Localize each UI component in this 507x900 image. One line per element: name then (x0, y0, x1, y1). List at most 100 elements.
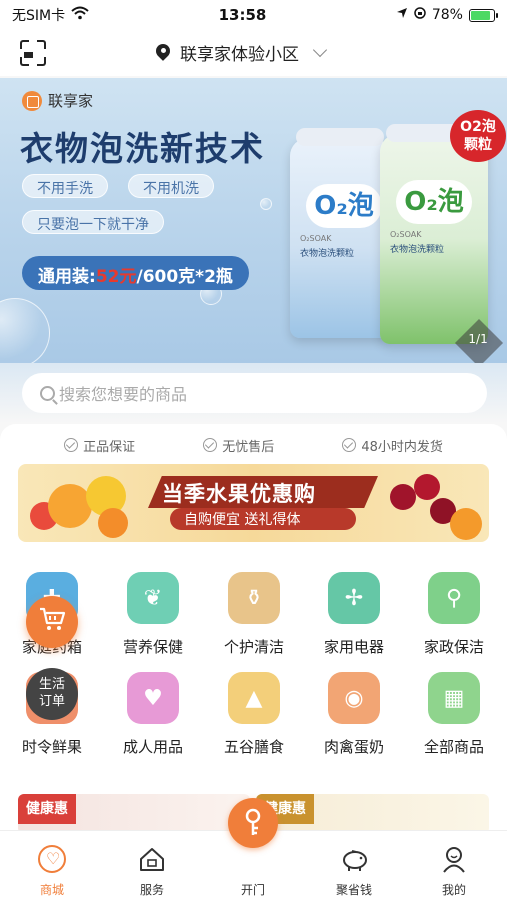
category-item[interactable]: ⚱ 个护清洁 (204, 572, 304, 668)
grain-icon: ▲ (228, 672, 280, 724)
banner-pill: 不用机洗 (128, 174, 214, 198)
life-order-line2: 订单 (38, 694, 65, 709)
guarantee-label: 正品保证 (83, 439, 136, 455)
category-label: 家政保洁 (423, 638, 484, 656)
tab-mall[interactable]: 商城 (12, 837, 92, 897)
location-label: 联享家体验小区 (180, 45, 299, 65)
tab-label: 聚省钱 (335, 883, 372, 897)
tab-service[interactable]: 服务 (112, 837, 192, 897)
status-bar: 无SIM卡 13:58 78% (0, 0, 507, 30)
tab-label: 商城 (39, 883, 64, 897)
egg-icon: ◉ (328, 672, 380, 724)
life-order-line1: 生活 (38, 677, 65, 692)
status-time: 13:58 (218, 6, 267, 24)
guarantee-row: 正品保证 无忧售后 48小时内发货 (0, 434, 507, 456)
tab-label: 服务 (139, 883, 164, 897)
product-logo: O₂泡 (306, 184, 382, 228)
product-image-green: O₂泡 O₂SOAK 衣物泡洗颗粒 (380, 124, 488, 344)
product-name: 衣物泡洗颗粒 (390, 245, 445, 255)
leaf-icon: ❦ (127, 572, 179, 624)
carrier-label: 无SIM卡 (12, 8, 66, 24)
search-area: 搜索您想要的商品 (0, 363, 507, 423)
brand-logo: 联享家 (22, 90, 93, 111)
house-icon (138, 845, 166, 873)
price-suffix: /600克*2瓶 (136, 267, 233, 287)
location-arrow-icon (396, 7, 408, 23)
category-item[interactable]: ▲ 五谷膳食 (204, 672, 304, 768)
price-pill: 通用装:52元/600克*2瓶 (22, 256, 249, 290)
category-item[interactable]: ◉ 肉禽蛋奶 (304, 672, 404, 768)
category-label: 营养保健 (122, 638, 183, 656)
check-circle-icon (64, 438, 79, 452)
o2-badge: O2泡 颗粒 (450, 110, 506, 162)
category-label: 全部商品 (423, 738, 484, 756)
life-order-button[interactable]: 生活 订单 (26, 668, 78, 720)
category-label: 家用电器 (323, 638, 384, 656)
product-image-blue: O₂泡 O₂SOAK 衣物泡洗颗粒 (290, 128, 390, 338)
guarantee-label: 48小时内发货 (361, 439, 443, 455)
header: 联享家体验小区 (0, 30, 507, 76)
piggy-bank-icon (340, 845, 368, 873)
guarantee-item: 正品保证 (64, 434, 135, 456)
tab-save-money[interactable]: 聚省钱 (314, 837, 394, 897)
wifi-icon (71, 6, 89, 24)
broom-icon: ⚲ (428, 572, 480, 624)
category-label: 五谷膳食 (223, 738, 284, 756)
fruit-banner[interactable]: 当季水果优惠购 自购便宜 送礼得体 (18, 464, 489, 542)
guarantee-item: 48小时内发货 (342, 434, 443, 456)
category-label: 时令鲜果 (21, 738, 82, 756)
scan-icon[interactable] (20, 40, 46, 66)
open-door-button[interactable] (228, 798, 278, 848)
grid-icon: ▦ (428, 672, 480, 724)
location-selector[interactable]: 联享家体验小区 (156, 40, 328, 65)
tab-label: 开门 (240, 883, 265, 897)
heart-icon: ♥ (127, 672, 179, 724)
price-prefix: 通用装: (38, 267, 96, 287)
floating-cart-button[interactable] (26, 596, 78, 648)
key-icon (242, 808, 264, 844)
banner-pill: 不用手洗 (22, 174, 108, 198)
tab-me[interactable]: 我的 (414, 837, 494, 897)
search-icon (40, 385, 55, 401)
fruit-banner-text: 当季水果优惠购 自购便宜 送礼得体 (136, 474, 378, 532)
product-logo: O₂泡 (396, 180, 472, 224)
product-brand: O₂SOAK (300, 234, 332, 243)
check-circle-icon (203, 438, 218, 452)
brand-logo-icon (22, 90, 42, 111)
category-item[interactable]: ⚲ 家政保洁 (404, 572, 504, 668)
promo-card[interactable]: 健康惠 (18, 794, 250, 834)
promo-card[interactable]: 健康惠 (256, 794, 489, 834)
category-item[interactable]: ▦ 全部商品 (404, 672, 504, 768)
cart-icon (38, 606, 66, 638)
search-placeholder: 搜索您想要的商品 (59, 385, 188, 404)
guarantee-item: 无忧售后 (203, 434, 274, 456)
battery-icon (468, 8, 498, 22)
fan-icon: ✢ (328, 572, 380, 624)
chevron-down-icon (312, 42, 328, 58)
banner-title: 衣物泡洗新技术 (20, 129, 265, 168)
product-name: 衣物泡洗颗粒 (300, 249, 355, 259)
category-item[interactable]: ✢ 家用电器 (304, 572, 404, 668)
category-item[interactable]: ❦ 营养保健 (103, 572, 203, 668)
fruit-banner-subtitle: 自购便宜 送礼得体 (170, 508, 356, 530)
check-circle-icon (342, 438, 357, 452)
lotion-bottle-icon: ⚱ (228, 572, 280, 624)
search-input[interactable]: 搜索您想要的商品 (22, 373, 487, 413)
badge-line1: O2泡 (460, 119, 496, 135)
tab-label: 我的 (441, 883, 466, 897)
brand-name: 联享家 (48, 92, 94, 110)
category-label: 个护清洁 (223, 638, 284, 656)
orientation-lock-icon (414, 7, 426, 23)
guarantee-label: 无忧售后 (222, 439, 275, 455)
heart-circle-icon (38, 845, 66, 873)
page-indicator-text: 1/1 (468, 332, 488, 347)
category-item[interactable]: ♥ 成人用品 (103, 672, 203, 768)
category-label: 肉禽蛋奶 (323, 738, 384, 756)
location-pin-icon (156, 44, 170, 62)
status-left: 无SIM卡 (12, 5, 89, 25)
category-label: 成人用品 (122, 738, 183, 756)
product-brand: O₂SOAK (390, 230, 422, 239)
battery-percent: 78% (431, 7, 463, 23)
price-value: 52元 (95, 267, 137, 287)
promo-banner[interactable]: 联享家 衣物泡洗新技术 不用手洗 不用机洗 只要泡一下就干净 通用装:52元/6… (0, 78, 507, 363)
